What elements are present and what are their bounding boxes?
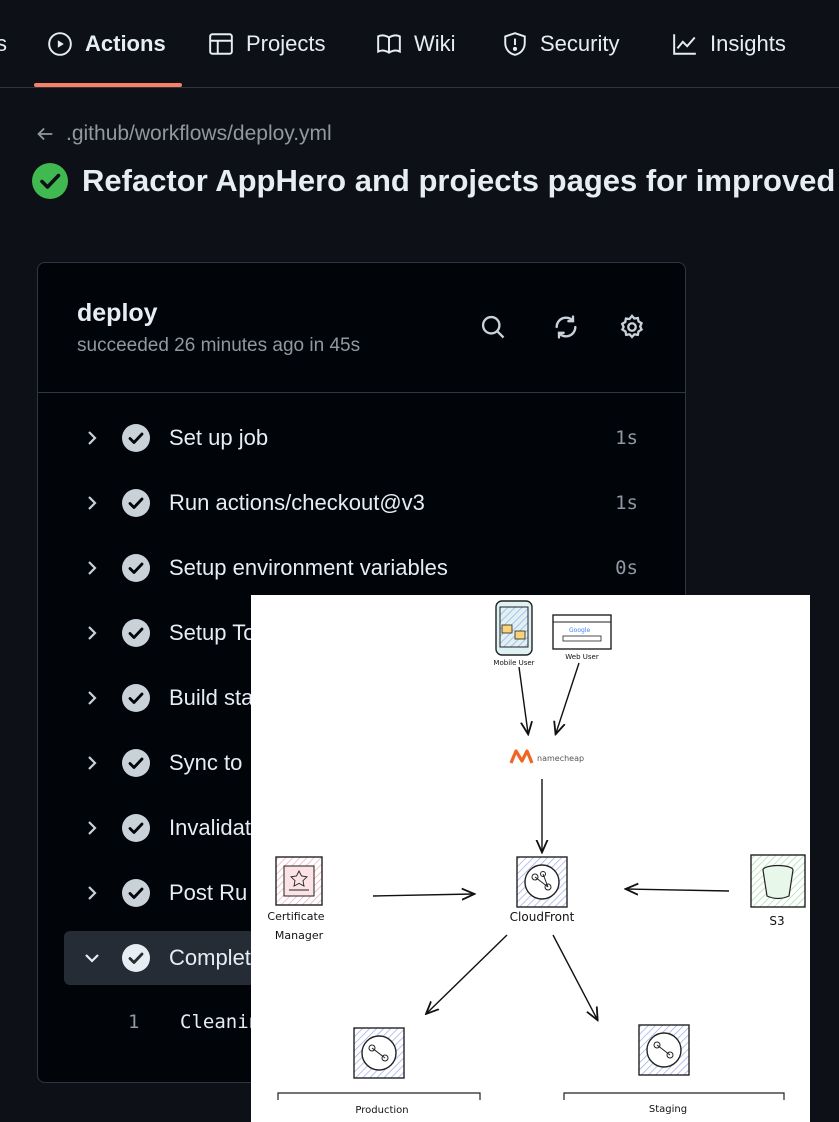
step-duration: 0s [615,557,638,579]
book-icon [377,33,401,54]
step-success-icon [122,814,150,842]
step-label: Run actions/checkout@v3 [169,490,425,515]
staging-bracket [563,1092,785,1100]
production-distribution-icon [353,1027,405,1079]
run-title: Refactor AppHero and projects pages for … [32,163,835,199]
nav-item-code-partial[interactable]: s [0,0,7,87]
arrow-cloudfront-to-production [427,934,508,1013]
step-success-icon [122,684,150,712]
chevron-down-icon [85,954,99,963]
arrow-left-icon [37,127,53,141]
staging-distribution-icon [638,1024,690,1076]
step-label: Setup To [169,620,256,645]
chevron-right-icon [88,886,97,900]
step-label: Build sta [169,685,254,710]
log-line-number[interactable]: 1 [128,1011,168,1033]
step-label: Complet [169,945,251,970]
chevron-right-icon [88,496,97,510]
nav-item-wiki-label: Wiki [414,30,456,56]
arrow-mobile-to-dns [518,666,528,733]
chevron-right-icon [88,691,97,705]
nav-item-wiki[interactable]: Wiki [376,0,456,87]
step-label: Sync to [169,750,243,775]
repo-nav: s Actions Projects Wiki Security Insight… [0,0,839,88]
success-check-icon [32,163,68,199]
nav-item-insights[interactable]: Insights [672,0,786,87]
log-line: 1 Cleanin [128,1011,260,1033]
web-user-label: Web User [565,653,599,661]
step-success-icon [122,489,150,517]
step-success-icon [122,424,150,452]
nav-item-projects-label: Projects [246,30,326,56]
nav-item-code-label: s [0,30,7,56]
certificate-icon [275,856,323,906]
step-success-icon [122,944,150,972]
chevron-right-icon [88,431,97,445]
search-icon[interactable] [479,313,507,341]
cloudfront-label: CloudFront [510,910,575,924]
production-bracket [277,1092,481,1100]
refresh-icon[interactable] [552,313,580,341]
step-label: Setup environment variables [169,555,448,580]
chevron-right-icon [88,561,97,575]
step-success-icon [122,749,150,777]
shield-icon [504,31,526,56]
step-row[interactable]: Run actions/checkout@v3 1s [64,476,662,530]
nav-item-security-label: Security [540,30,620,56]
step-duration: 1s [615,492,638,514]
chevron-right-icon [88,626,97,640]
log-line-text: Cleanin [180,1011,261,1033]
nav-item-actions[interactable]: Actions [47,0,166,87]
diagram-canvas: Mobile User Google Web User namecheap Cl… [267,600,806,1116]
step-label: Set up job [169,425,269,450]
s3-label: S3 [769,914,784,928]
arrow-s3-to-cloudfront [627,889,730,891]
active-tab-underline [34,83,182,87]
step-success-icon [122,879,150,907]
job-name: deploy [77,299,158,327]
step-row[interactable]: Setup environment variables 0s [64,541,662,595]
step-success-icon [122,619,150,647]
step-duration: 1s [615,427,638,449]
architecture-diagram: Mobile User Google Web User namecheap Cl… [251,595,810,1122]
arrow-web-to-dns [556,662,580,733]
gear-icon[interactable] [618,313,646,341]
step-label: Post Ru [169,880,248,905]
certificate-manager-label-2: Manager [275,929,324,942]
graph-icon [673,33,696,55]
certificate-manager-label-1: Certificate [267,910,324,923]
namecheap-label: namecheap [537,754,584,763]
job-status-line: succeeded 26 minutes ago in 45s [77,335,361,356]
chevron-right-icon [88,756,97,770]
chevron-right-icon [88,821,97,835]
cloudfront-icon [516,856,568,908]
step-success-icon [122,554,150,582]
play-circle-icon [48,31,72,56]
s3-bucket-icon [750,854,806,908]
nav-item-security[interactable]: Security [502,0,619,87]
production-label: Production [355,1105,408,1116]
arrow-cert-to-cloudfront [372,894,473,896]
step-row[interactable]: Set up job 1s [64,411,662,465]
namecheap-logo-icon [509,749,534,764]
staging-label: Staging [649,1104,687,1115]
nav-item-insights-label: Insights [710,30,786,56]
workflow-file-link[interactable]: .github/workflows/deploy.yml [66,122,332,146]
arrow-cloudfront-to-staging [552,934,597,1019]
run-title-text: Refactor AppHero and projects pages for … [82,163,836,198]
mobile-user-label: Mobile User [493,659,534,667]
svg-text:Google: Google [569,627,590,634]
breadcrumb[interactable]: .github/workflows/deploy.yml [34,122,332,146]
browser-icon: Google [552,614,612,650]
table-icon [209,32,233,55]
step-label: Invalidat [169,815,251,840]
mobile-user-icon [495,600,533,656]
job-header: deploy succeeded 26 minutes ago in 45s [38,263,685,393]
nav-item-projects[interactable]: Projects [208,0,325,87]
nav-item-actions-label: Actions [85,30,166,56]
